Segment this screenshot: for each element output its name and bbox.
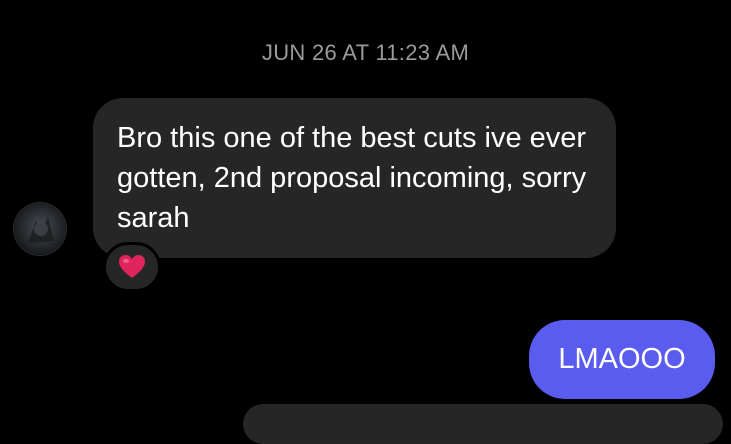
outgoing-message-text: LMAOOO bbox=[558, 343, 686, 375]
outgoing-message-bubble[interactable]: LMAOOO bbox=[529, 320, 715, 399]
message-reaction[interactable] bbox=[103, 242, 161, 292]
message-timestamp: JUN 26 AT 11:23 AM bbox=[261, 40, 470, 65]
next-message-bubble-partial[interactable] bbox=[243, 404, 723, 444]
avatar-image bbox=[14, 203, 66, 255]
red-heart-icon bbox=[119, 255, 145, 278]
incoming-message-bubble[interactable]: Bro this one of the best cuts ive ever g… bbox=[93, 98, 616, 258]
sender-avatar[interactable] bbox=[13, 202, 67, 256]
incoming-message-text: Bro this one of the best cuts ive ever g… bbox=[117, 122, 587, 234]
